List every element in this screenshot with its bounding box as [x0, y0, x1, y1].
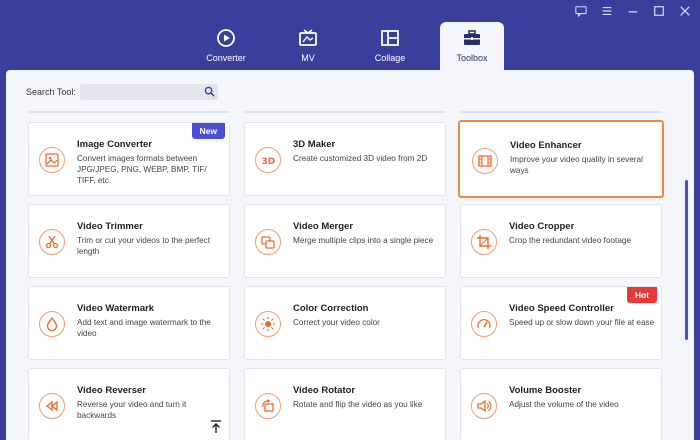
tool-desc: Reverse your video and turn it backwards	[77, 400, 187, 420]
image-icon-wrap	[39, 147, 65, 173]
tool-desc: Improve your video quality in several wa…	[510, 155, 643, 175]
rotate-icon	[262, 399, 274, 412]
tool-title: Video Merger	[293, 221, 354, 232]
crop-icon-wrap	[471, 229, 497, 255]
3d-icon: 3D	[262, 157, 276, 167]
tv-icon	[299, 29, 317, 46]
tool-desc: Trim or cut your videos to the perfect l…	[77, 236, 211, 256]
minimize-icon[interactable]	[626, 4, 640, 18]
speaker-icon-wrap	[471, 393, 497, 419]
toolbox-panel: Search Tool: Image Converter Convert ima…	[6, 70, 694, 440]
speedometer-icon	[477, 318, 491, 329]
tool-title: Image Converter	[77, 139, 152, 150]
drop-icon	[46, 316, 58, 332]
crop-icon	[477, 235, 491, 249]
tool-card-video-speed-controller[interactable]: Video Speed Controller Speed up or slow …	[460, 286, 662, 360]
tool-card-image-converter[interactable]: Image Converter Convert images formats b…	[28, 122, 230, 196]
toolbox-icon	[464, 30, 480, 45]
main-nav: Converter MV Collage Toolbox	[0, 22, 700, 72]
partial-card-edge	[28, 111, 230, 113]
tool-card-3d-maker[interactable]: 3D 3D Maker Create customized 3D video f…	[244, 122, 446, 196]
scissors-icon-wrap	[39, 229, 65, 255]
tab-mv-label: MV	[301, 53, 315, 63]
window-controls	[574, 4, 692, 18]
tab-converter[interactable]: Converter	[194, 22, 258, 70]
svg-text:3D: 3D	[262, 157, 276, 167]
tool-card-video-trimmer[interactable]: Video Trimmer Trim or cut your videos to…	[28, 204, 230, 278]
scrollbar[interactable]	[685, 180, 688, 340]
tab-mv[interactable]: MV	[276, 22, 340, 70]
3d-icon-wrap: 3D	[255, 147, 281, 173]
new-badge: New	[191, 123, 225, 139]
tool-title: Video Speed Controller	[509, 303, 614, 314]
tool-desc: Correct your video color	[293, 318, 380, 327]
tool-desc: Merge multiple clips into a single piece	[293, 236, 434, 245]
tool-title: Video Enhancer	[510, 140, 582, 151]
tool-title: Video Trimmer	[77, 221, 143, 232]
rewind-icon	[45, 400, 58, 412]
merge-icon	[261, 236, 275, 249]
speedometer-icon-wrap	[471, 311, 497, 337]
search-input[interactable]	[79, 84, 198, 100]
image-icon	[45, 153, 59, 167]
converter-icon	[217, 29, 235, 47]
rewind-icon-wrap	[39, 393, 65, 419]
tool-desc: Convert images formats between JPG/JPEG,…	[77, 154, 207, 185]
tool-desc: Crop the redundant video footage	[509, 236, 631, 245]
tab-converter-label: Converter	[206, 53, 246, 63]
tab-collage[interactable]: Collage	[358, 22, 422, 70]
maximize-icon[interactable]	[652, 4, 666, 18]
partial-card-edge	[460, 111, 662, 113]
tool-title: Color Correction	[293, 303, 369, 314]
merge-icon-wrap	[255, 229, 281, 255]
partial-card-edge	[244, 111, 446, 113]
tool-title: Video Watermark	[77, 303, 155, 314]
film-icon	[478, 155, 492, 167]
tab-collage-label: Collage	[374, 53, 406, 63]
tab-toolbox[interactable]: Toolbox	[440, 22, 504, 72]
search-box[interactable]	[79, 84, 218, 100]
search-label: Search Tool:	[26, 87, 76, 97]
back-to-top-icon[interactable]	[210, 420, 222, 434]
drop-icon-wrap	[39, 311, 65, 337]
tool-desc: Create customized 3D video from 2D	[293, 154, 428, 163]
tool-title: Video Reverser	[77, 385, 147, 396]
search-row: Search Tool:	[26, 84, 218, 100]
search-icon[interactable]	[204, 86, 215, 97]
feedback-icon[interactable]	[574, 4, 588, 18]
hot-badge: Hot	[626, 287, 657, 303]
tool-title: 3D Maker	[293, 139, 336, 150]
tool-card-video-cropper[interactable]: Video Cropper Crop the redundant video f…	[460, 204, 662, 278]
tool-title: Volume Booster	[509, 385, 582, 396]
sun-icon	[261, 317, 275, 331]
tool-card-color-correction[interactable]: Color Correction Correct your video colo…	[244, 286, 446, 360]
tool-card-video-rotator[interactable]: Video Rotator Rotate and flip the video …	[244, 368, 446, 440]
film-icon-wrap	[472, 148, 498, 174]
tool-desc: Adjust the volume of the video	[509, 400, 619, 409]
tab-toolbox-label: Toolbox	[456, 53, 488, 63]
tool-card-video-merger[interactable]: Video Merger Merge multiple clips into a…	[244, 204, 446, 278]
tool-desc: Speed up or slow down your file at ease	[509, 318, 655, 327]
tool-title: Video Cropper	[509, 221, 575, 232]
tool-desc: Add text and image watermark to the vide…	[77, 318, 211, 338]
scissors-icon	[45, 235, 59, 249]
tool-card-video-enhancer[interactable]: Video Enhancer Improve your video qualit…	[458, 120, 664, 198]
rotate-icon-wrap	[255, 393, 281, 419]
tool-card-video-watermark[interactable]: Video Watermark Add text and image water…	[28, 286, 230, 360]
speaker-icon	[477, 399, 492, 413]
close-icon[interactable]	[678, 4, 692, 18]
tool-title: Video Rotator	[293, 385, 356, 396]
tool-card-volume-booster[interactable]: Volume Booster Adjust the volume of the …	[460, 368, 662, 440]
menu-icon[interactable]	[600, 4, 614, 18]
tool-desc: Rotate and flip the video as you like	[293, 400, 423, 409]
collage-icon	[381, 30, 399, 46]
tool-card-video-reverser[interactable]: Video Reverser Reverse your video and tu…	[28, 368, 230, 440]
sun-icon-wrap	[255, 311, 281, 337]
